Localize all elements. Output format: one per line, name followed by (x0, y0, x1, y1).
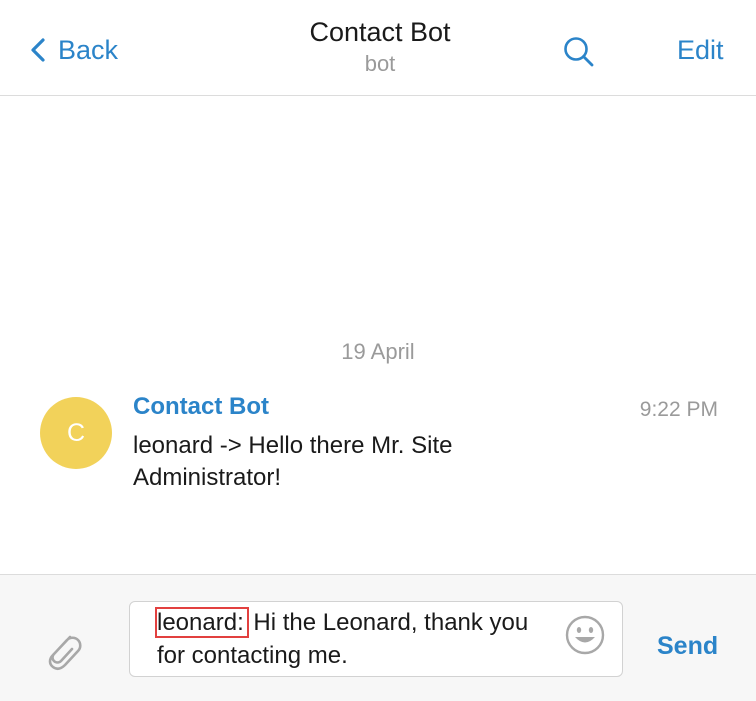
chat-title-block: Contact Bot bot (230, 15, 530, 79)
avatar[interactable]: C (40, 397, 112, 469)
composer-bar: leonard: Hi the Leonard, thank you for c… (0, 574, 756, 701)
chat-title: Contact Bot (309, 17, 451, 47)
chat-window: Back Contact Bot bot Edit 19 April C Con… (0, 0, 756, 701)
emoji-icon (565, 615, 605, 655)
message-text: leonard -> Hello there Mr. Site Administ… (133, 432, 453, 491)
send-button[interactable]: Send (657, 632, 718, 661)
search-button[interactable] (561, 34, 597, 70)
header-bar: Back Contact Bot bot Edit (0, 0, 756, 96)
mention-tag[interactable]: leonard: (155, 607, 249, 638)
back-button[interactable]: Back (28, 32, 118, 68)
chat-subtitle: bot (364, 51, 396, 76)
emoji-button[interactable] (564, 614, 606, 656)
date-separator: 19 April (341, 339, 415, 364)
paperclip-icon (48, 635, 82, 671)
search-icon (564, 37, 594, 67)
message-input[interactable]: leonard: Hi the Leonard, thank you for c… (129, 601, 623, 677)
message-time: 9:22 PM (639, 398, 718, 421)
edit-button[interactable]: Edit (677, 32, 724, 68)
message-input-text[interactable]: leonard: Hi the Leonard, thank you for c… (155, 606, 557, 672)
back-button-label: Back (58, 34, 119, 65)
avatar-letter: C (66, 418, 86, 447)
chevron-left-icon (31, 38, 45, 62)
message-list: 19 April C Contact Bot 9:22 PM leonard -… (0, 96, 756, 574)
message-sender[interactable]: Contact Bot (133, 393, 269, 421)
attach-button[interactable] (40, 625, 86, 673)
